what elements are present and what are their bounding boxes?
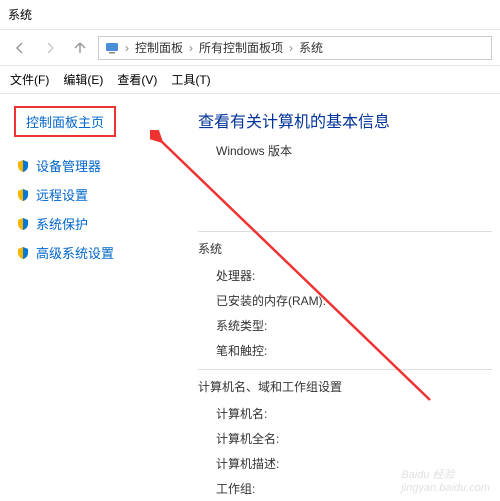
shield-icon bbox=[16, 159, 30, 173]
sidebar-item-system-protection[interactable]: 系统保护 bbox=[14, 209, 176, 238]
menu-tools[interactable]: 工具(T) bbox=[171, 71, 210, 88]
content-area: 控制面板主页 设备管理器 远程设置 系统保护 高级系统设置 bbox=[0, 94, 500, 500]
system-section-title: 系统 bbox=[198, 240, 492, 257]
sidebar-item-label: 设备管理器 bbox=[36, 156, 101, 175]
watermark-site: jingyan.baidu.com bbox=[401, 482, 490, 494]
back-button[interactable] bbox=[8, 36, 32, 60]
sidebar-item-remote-settings[interactable]: 远程设置 bbox=[14, 180, 176, 209]
watermark-sub: 经验 bbox=[433, 469, 455, 481]
sidebar-item-label: 高级系统设置 bbox=[36, 243, 114, 262]
row-pentouch: 笔和触控: bbox=[216, 338, 492, 363]
shield-icon bbox=[16, 188, 30, 202]
row-computer-fullname: 计算机全名: bbox=[216, 426, 492, 451]
windows-version-title: Windows 版本 bbox=[216, 142, 492, 159]
page-heading: 查看有关计算机的基本信息 bbox=[198, 108, 492, 132]
nav-bar: › 控制面板 › 所有控制面板项 › 系统 bbox=[0, 30, 500, 66]
control-panel-home-link[interactable]: 控制面板主页 bbox=[14, 106, 116, 137]
divider bbox=[198, 231, 492, 232]
row-computer-name: 计算机名: bbox=[216, 401, 492, 426]
breadcrumb-item[interactable]: 控制面板 bbox=[135, 39, 183, 56]
watermark-brand: Baidu bbox=[401, 469, 429, 481]
sidebar-item-label: 远程设置 bbox=[36, 185, 88, 204]
address-bar[interactable]: › 控制面板 › 所有控制面板项 › 系统 bbox=[98, 36, 492, 60]
title-bar: 系统 bbox=[0, 0, 500, 30]
chevron-right-icon: › bbox=[289, 41, 293, 55]
menu-view[interactable]: 查看(V) bbox=[117, 71, 157, 88]
shield-icon bbox=[16, 217, 30, 231]
watermark: Baidu 经验 jingyan.baidu.com bbox=[401, 466, 490, 494]
computer-icon bbox=[105, 41, 119, 55]
row-ram: 已安装的内存(RAM): bbox=[216, 288, 492, 313]
netid-section-title: 计算机名、域和工作组设置 bbox=[198, 378, 492, 395]
shield-icon bbox=[16, 246, 30, 260]
chevron-right-icon: › bbox=[189, 41, 193, 55]
menu-bar: 文件(F) 编辑(E) 查看(V) 工具(T) bbox=[0, 66, 500, 94]
divider bbox=[198, 369, 492, 370]
breadcrumb-item[interactable]: 系统 bbox=[299, 39, 323, 56]
sidebar-item-label: 系统保护 bbox=[36, 214, 88, 233]
breadcrumb-item[interactable]: 所有控制面板项 bbox=[199, 39, 283, 56]
menu-file[interactable]: 文件(F) bbox=[10, 71, 49, 88]
sidebar-item-device-manager[interactable]: 设备管理器 bbox=[14, 151, 176, 180]
menu-edit[interactable]: 编辑(E) bbox=[63, 71, 103, 88]
sidebar-home-label: 控制面板主页 bbox=[26, 115, 104, 130]
chevron-right-icon: › bbox=[125, 41, 129, 55]
window-title: 系统 bbox=[8, 6, 32, 23]
sidebar-item-advanced-settings[interactable]: 高级系统设置 bbox=[14, 238, 176, 267]
sidebar: 控制面板主页 设备管理器 远程设置 系统保护 高级系统设置 bbox=[0, 94, 190, 500]
row-cpu: 处理器: bbox=[216, 263, 492, 288]
main-panel: 查看有关计算机的基本信息 Windows 版本 系统 处理器: 已安装的内存(R… bbox=[190, 94, 500, 500]
up-button[interactable] bbox=[68, 36, 92, 60]
row-systype: 系统类型: bbox=[216, 313, 492, 338]
forward-button[interactable] bbox=[38, 36, 62, 60]
